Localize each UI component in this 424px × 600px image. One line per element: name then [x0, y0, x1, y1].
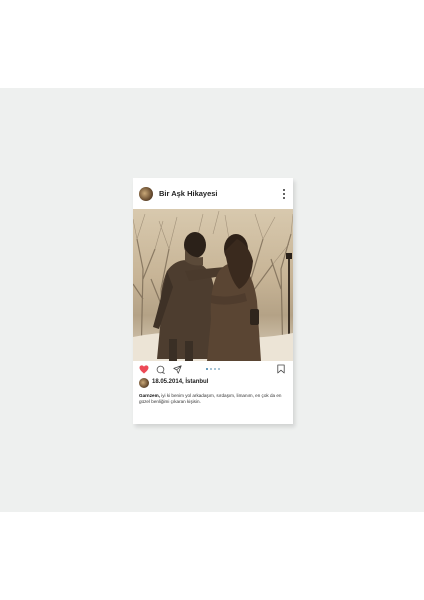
- avatar: [139, 378, 149, 388]
- post-photo[interactable]: [133, 209, 293, 361]
- profile-name[interactable]: Bir Aşk Hikayesi: [159, 189, 218, 198]
- post-caption: Garnzem, iyi ki benim yol arkadaşım, sır…: [139, 393, 287, 406]
- action-bar: [133, 361, 293, 377]
- avatar[interactable]: [139, 187, 153, 201]
- share-icon[interactable]: [173, 365, 182, 374]
- caption-text: iyi ki benim yol arkadaşım, sırdaşım, li…: [139, 393, 282, 405]
- post-header: Bir Aşk Hikayesi: [133, 178, 293, 209]
- bookmark-icon[interactable]: [277, 364, 285, 374]
- heart-icon[interactable]: [139, 365, 149, 374]
- more-icon[interactable]: [282, 189, 285, 199]
- comment-icon[interactable]: [156, 365, 165, 374]
- post-meta: 18.05.2014, İstanbul: [139, 378, 289, 390]
- date-location: 18.05.2014, İstanbul: [152, 379, 209, 385]
- carousel-dots[interactable]: [206, 368, 220, 370]
- post-card: Bir Aşk Hikayesi 18.05.2014, İstanbul Ga…: [133, 178, 293, 424]
- caption-author[interactable]: Garnzem,: [139, 393, 160, 398]
